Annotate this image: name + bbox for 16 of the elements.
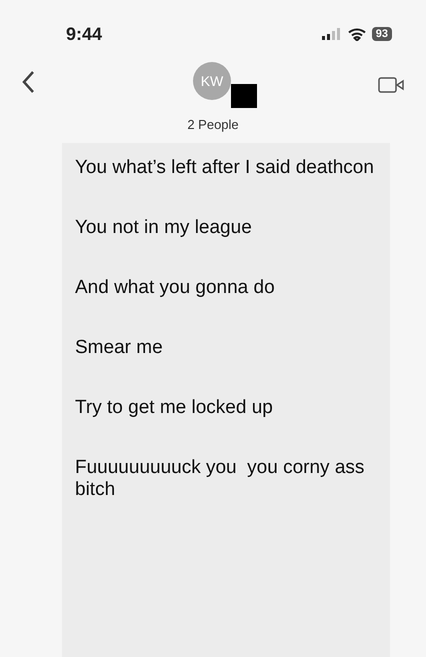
- video-call-button[interactable]: [378, 76, 404, 94]
- wifi-icon: [348, 28, 366, 40]
- battery-level: 93: [372, 27, 392, 41]
- video-camera-icon: [378, 76, 404, 94]
- status-time: 9:44: [66, 22, 102, 46]
- contact-avatar: KW: [193, 62, 231, 100]
- group-subtitle: 2 People: [187, 116, 239, 134]
- message-text: And what you gonna do: [75, 277, 276, 299]
- back-icon: [22, 70, 36, 94]
- message-text: Fuuuuuuuuuck you you corny ass bitch: [75, 457, 366, 501]
- signal-icon: [322, 28, 342, 40]
- back-button[interactable]: [22, 70, 36, 94]
- message-text: You not in my league: [75, 217, 253, 239]
- message-text: Smear me: [75, 337, 164, 359]
- message-text: Try to get me locked up: [75, 397, 274, 419]
- message-text: You what’s left after I said deathcon: [75, 157, 375, 179]
